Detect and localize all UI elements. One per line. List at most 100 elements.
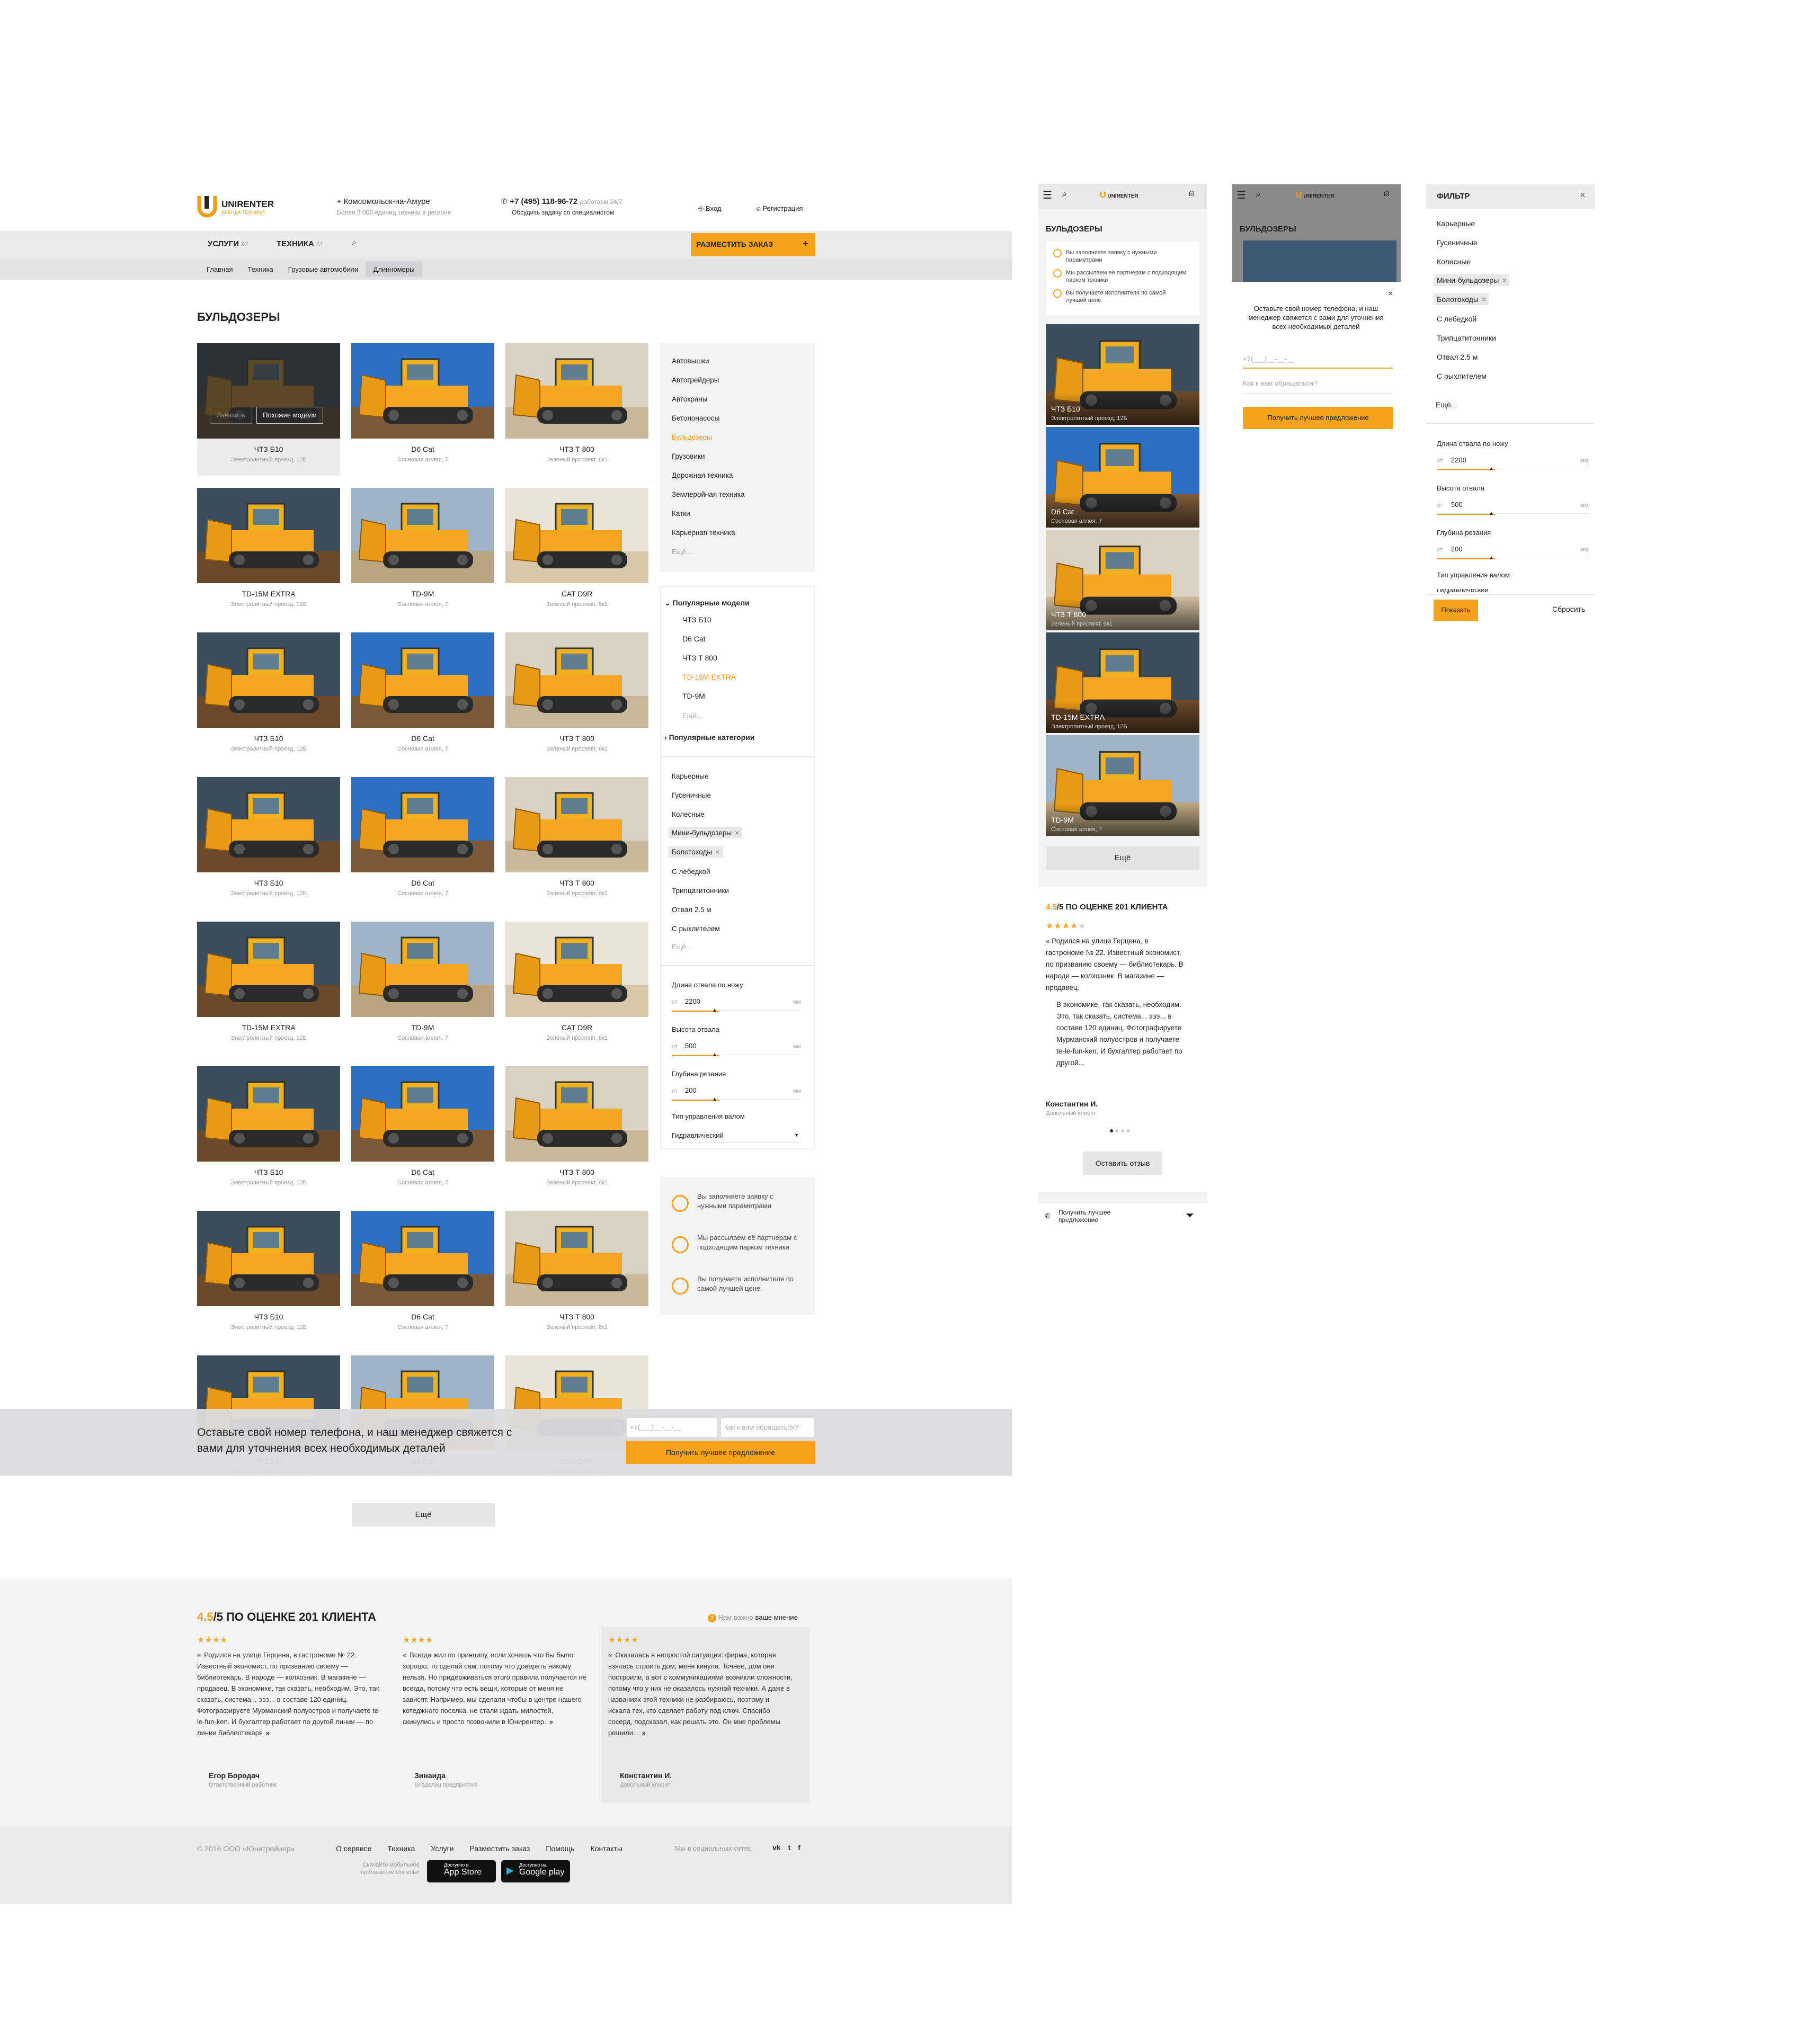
popular-models-toggle[interactable]: ⌄ Популярные модели <box>664 599 750 608</box>
callback-phone-input[interactable]: +7(___)__-__-__ <box>626 1417 717 1438</box>
product-card[interactable]: Заказать Похожие модели ЧТЗ Б10 Электролитн… <box>197 343 340 476</box>
product-card[interactable]: D6 Cat Сосновая аллея, 7 <box>351 632 494 765</box>
range-handle-icon[interactable]: ▲ <box>1489 466 1494 472</box>
twitter-icon[interactable]: t <box>788 1843 791 1852</box>
product-name[interactable]: TD-15M EXTRA <box>197 1023 340 1032</box>
login-link[interactable]: ⎆ Вход <box>698 204 721 213</box>
product-card[interactable]: ЧТЗ Т 800 Зеленый проспект, 6к1 <box>505 1066 648 1199</box>
product-name[interactable]: CAT D9R <box>505 590 648 598</box>
filter-tag[interactable]: Болотоходы × <box>1434 293 1490 305</box>
product-name[interactable]: ЧТЗ Б10 <box>197 879 340 887</box>
range-input[interactable]: от 200 мм <box>672 1086 801 1100</box>
range-input[interactable]: от 2200 мм <box>672 997 801 1011</box>
remove-icon[interactable]: × <box>715 848 719 856</box>
mobile-product-card[interactable]: TD-15M EXTRA Электролитный проезд, 12Б <box>1046 632 1199 733</box>
mobile-product-card[interactable]: ЧТЗ Б10 Электролитный проезд, 12Б <box>1046 324 1199 425</box>
phone-block[interactable]: ✆ +7 (495) 118-96-72 работаем 24/7 Обсуд… <box>501 197 660 216</box>
product-name[interactable]: D6 Cat <box>351 734 494 743</box>
product-name[interactable]: D6 Cat <box>351 445 494 453</box>
product-card[interactable]: ЧТЗ Т 800 Зеленый проспект, 6к1 <box>505 1211 648 1343</box>
filter-item[interactable]: Отвал 2.5 м <box>672 906 711 914</box>
product-name[interactable]: ЧТЗ Б10 <box>197 445 340 453</box>
menu-icon[interactable]: ☰ <box>1236 189 1246 202</box>
product-name[interactable]: TD-9M <box>351 1023 494 1032</box>
vk-icon[interactable]: vk <box>772 1843 781 1852</box>
control-type-select[interactable]: Гидравлический ▼ <box>672 1128 801 1143</box>
range-input[interactable]: от 2200 мм <box>1437 456 1588 469</box>
popular-model-item[interactable]: TD-15M EXTRA <box>682 673 736 681</box>
product-card[interactable]: CAT D9R Зеленый проспект, 6к1 <box>505 922 648 1054</box>
facebook-icon[interactable]: f <box>798 1843 800 1852</box>
product-card[interactable]: CAT D9R Зеленый проспект, 6к1 <box>505 488 648 620</box>
filter-item[interactable]: Гусеничные <box>672 791 711 799</box>
filter-item[interactable]: Трипцатитонники <box>1437 334 1496 342</box>
product-card[interactable]: TD-9M Сосновая аллея, 7 <box>351 922 494 1054</box>
filter-item[interactable]: С лебедкой <box>1437 315 1476 323</box>
callback-name-input[interactable]: Как к вам обращаться? <box>720 1417 815 1438</box>
place-order-button[interactable]: РАЗМЕСТИТЬ ЗАКАЗ + <box>691 233 815 256</box>
nav-tech[interactable]: ТЕХНИКА 51 <box>277 239 323 248</box>
search-icon[interactable]: ⌕ <box>1256 189 1261 200</box>
user-icon[interactable]: ⍝ <box>1384 188 1390 199</box>
menu-icon[interactable]: ☰ <box>1043 189 1052 202</box>
product-name[interactable]: TD-15M EXTRA <box>197 590 340 598</box>
breadcrumb-item[interactable]: Грузовые автомобили <box>281 261 366 277</box>
popular-model-item[interactable]: ЧТЗ Б10 <box>682 615 711 624</box>
show-results-button[interactable]: Показать <box>1434 600 1478 621</box>
product-name[interactable]: CAT D9R <box>505 1023 648 1032</box>
category-item[interactable]: Автокраны <box>672 395 708 403</box>
product-name[interactable]: ЧТЗ Т 800 <box>505 734 648 743</box>
footer-link[interactable]: Техника <box>387 1844 415 1853</box>
product-name[interactable]: D6 Cat <box>351 1168 494 1176</box>
filter-item[interactable]: Колесные <box>1437 257 1471 266</box>
reviews-note-link[interactable]: ваше мнение <box>755 1613 798 1621</box>
mobile-popup-name-input[interactable]: Как к вам обращаться? <box>1243 376 1393 394</box>
filter-item[interactable]: С рыхлителем <box>1437 372 1487 380</box>
filter-item[interactable]: Карьерные <box>672 772 709 780</box>
breadcrumb-item[interactable]: Техника <box>240 261 280 277</box>
product-name[interactable]: ЧТЗ Б10 <box>197 1313 340 1321</box>
popular-model-item[interactable]: D6 Cat <box>682 635 706 643</box>
mobile-product-card[interactable]: ЧТЗ Т 800 Зеленый проспект, 6к1 <box>1046 530 1199 630</box>
range-handle-icon[interactable]: ▲ <box>1489 555 1494 561</box>
category-item[interactable]: Катки <box>672 510 690 517</box>
range-handle-icon[interactable]: ▲ <box>712 1052 717 1058</box>
range-input[interactable]: от 500 мм <box>672 1041 801 1055</box>
product-name[interactable]: ЧТЗ Т 800 <box>505 445 648 453</box>
product-card[interactable]: ЧТЗ Т 800 Зеленый проспект, 6к1 <box>505 343 648 476</box>
popular-models-more[interactable]: Ещё... <box>682 712 702 720</box>
product-card[interactable]: TD-9M Сосновая аллея, 7 <box>351 488 494 620</box>
filter-item[interactable]: С лебедкой <box>672 868 710 876</box>
popular-categories-toggle[interactable]: › Популярные категории <box>664 733 754 742</box>
load-more-button[interactable]: Ещё <box>352 1503 495 1527</box>
mobile-control-select[interactable]: Гидравлический <box>1437 589 1589 594</box>
range-handle-icon[interactable]: ▲ <box>1489 511 1494 516</box>
reviews-note[interactable]: ? Нам важно ваше мнение <box>708 1613 798 1622</box>
search-icon[interactable]: ⌕ <box>1062 189 1067 200</box>
user-icon[interactable]: ⍝ <box>1189 188 1195 199</box>
filter-tag[interactable]: Мини-бульдозеры × <box>669 827 742 838</box>
city-selector[interactable]: ⌖ Комсомольск-на-Амуре Более 3 000 едини… <box>337 197 496 216</box>
category-item[interactable]: Бульдозеры <box>672 433 712 441</box>
footer-link[interactable]: О сервисе <box>336 1844 371 1853</box>
carousel-dots[interactable]: ●●●● <box>1109 1126 1132 1135</box>
logo[interactable]: UNIRENTER АРЕНДА ТЕХНИКИ <box>197 194 282 219</box>
footer-link[interactable]: Контакты <box>590 1844 622 1853</box>
remove-icon[interactable]: × <box>1502 276 1506 284</box>
range-input[interactable]: от 500 мм <box>1437 500 1588 514</box>
mobile-product-card[interactable]: TD-9M Сосновая аллея, 7 <box>1046 735 1199 836</box>
filter-icon[interactable]: ⏷ <box>1186 1210 1194 1222</box>
product-card[interactable]: ЧТЗ Т 800 Зеленый проспект, 6к1 <box>505 777 648 909</box>
mobile-bottom-cta[interactable]: ✆ Получить лучшее предложение <box>1045 1209 1151 1224</box>
google-play-badge[interactable]: ▶ Доступно на Google play <box>501 1860 570 1882</box>
filters-more-link[interactable]: Ещё... <box>672 943 691 951</box>
nav-services[interactable]: УСЛУГИ 92 <box>208 239 248 248</box>
product-card[interactable]: ЧТЗ Б10 Электролитный проезд, 12Б <box>197 1066 340 1199</box>
product-name[interactable]: ЧТЗ Т 800 <box>505 1313 648 1321</box>
filter-item[interactable]: Карьерные <box>1437 219 1475 228</box>
footer-link[interactable]: Разместить заказ <box>469 1844 530 1853</box>
filter-tag[interactable]: Болотоходы × <box>669 846 723 858</box>
close-icon[interactable]: × <box>1388 289 1393 299</box>
category-item[interactable]: Карьерная техника <box>672 529 735 537</box>
product-card[interactable]: TD-15M EXTRA Электролитный проезд, 12Б <box>197 922 340 1054</box>
